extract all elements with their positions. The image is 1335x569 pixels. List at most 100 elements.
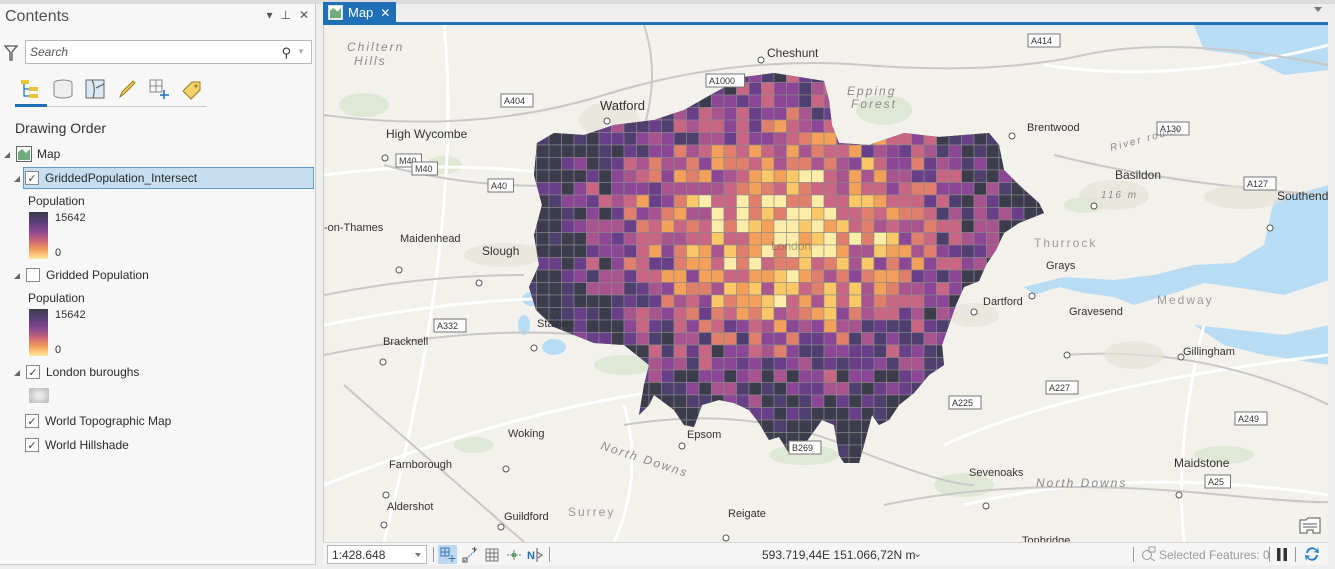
list-by-snapping-tab[interactable] <box>146 76 172 102</box>
population-cell <box>1023 107 1037 121</box>
collapse-arrow-icon[interactable] <box>14 176 20 182</box>
search-input[interactable] <box>30 44 270 60</box>
grid-cells <box>529 73 1062 463</box>
active-tab-indicator <box>15 104 47 107</box>
layer-row-world-hillshade[interactable]: ✓ World Hillshade <box>25 434 129 456</box>
population-cell <box>948 219 962 233</box>
population-cell <box>648 357 662 371</box>
pause-drawing-button[interactable] <box>1276 547 1288 562</box>
label-north-downs-east: North Downs <box>1036 476 1127 490</box>
collapse-arrow-icon[interactable] <box>14 273 20 279</box>
close-tab-icon[interactable]: ✕ <box>380 6 390 20</box>
label-forest: Forest <box>851 97 897 111</box>
population-cell <box>948 457 962 463</box>
population-cell <box>673 319 687 333</box>
population-cell <box>529 219 537 233</box>
filter-icon[interactable] <box>4 44 18 62</box>
layer-row-london-buroughs[interactable]: ✓ London buroughs <box>14 361 139 383</box>
population-cell <box>923 344 937 358</box>
population-cell <box>748 157 762 171</box>
population-cell <box>873 219 887 233</box>
population-cell <box>773 73 787 83</box>
population-cell <box>873 344 887 358</box>
search-icon[interactable]: ⚲ <box>281 45 291 61</box>
layer-row-world-topographic-map[interactable]: ✓ World Topographic Map <box>25 410 171 432</box>
north-arrow-rotation-button[interactable]: N <box>526 545 545 564</box>
population-cell <box>911 294 925 308</box>
population-cell <box>836 319 850 333</box>
map-navigation-button[interactable] <box>438 545 457 564</box>
population-cell <box>861 369 875 383</box>
population-cell <box>536 182 550 196</box>
label-staines: Staines <box>537 318 574 330</box>
population-cell <box>998 82 1012 96</box>
tab-list-dropdown[interactable] <box>1314 7 1322 12</box>
population-cell <box>973 332 987 346</box>
snapping-toggle-button[interactable] <box>460 545 479 564</box>
population-cell <box>798 182 812 196</box>
population-cell <box>873 269 887 283</box>
population-cell <box>936 394 950 408</box>
layer-visibility-checkbox[interactable]: ✓ <box>25 171 39 185</box>
tab-map[interactable]: Map ✕ <box>323 2 396 23</box>
layer-visibility-checkbox[interactable]: ✓ <box>25 414 39 428</box>
population-cell <box>673 232 687 246</box>
list-by-editing-tab[interactable] <box>114 76 140 102</box>
population-cell <box>1011 244 1025 258</box>
population-cell <box>986 132 1000 146</box>
grid-toggle-button[interactable] <box>482 545 501 564</box>
label-dartford: Dartford <box>983 296 1023 308</box>
population-cell <box>1023 332 1037 346</box>
layer-visibility-checkbox[interactable]: ✓ <box>26 365 40 379</box>
population-cell <box>786 182 800 196</box>
population-cell <box>911 194 925 208</box>
population-cell <box>761 194 775 208</box>
population-cell <box>661 269 675 283</box>
population-cell <box>723 444 737 458</box>
population-cell <box>798 107 812 121</box>
population-cell <box>573 444 587 458</box>
pin-button[interactable]: ⊥ <box>280 8 290 22</box>
scale-dropdown[interactable]: 1:428.648 <box>327 545 427 564</box>
population-cell <box>823 294 837 308</box>
list-by-drawing-order-tab[interactable] <box>17 76 43 102</box>
collapse-arrow-icon[interactable] <box>14 370 20 376</box>
list-by-labeling-tab[interactable] <box>178 76 204 102</box>
population-cell <box>586 319 600 333</box>
close-pane-button[interactable]: ✕ <box>299 8 309 22</box>
collapse-arrow-icon[interactable] <box>4 152 10 158</box>
population-cell <box>673 119 687 133</box>
population-cell <box>536 257 550 271</box>
population-cell <box>529 369 537 383</box>
population-cell <box>1011 82 1025 96</box>
map-view[interactable]: A404 A1000 A414 M40 M40 A40 A130 A127 A332 A225 A2… <box>323 25 1328 542</box>
layer-visibility-checkbox[interactable] <box>26 268 40 282</box>
population-cell <box>648 157 662 171</box>
search-options-dropdown[interactable]: ▼ <box>297 47 305 56</box>
coordinate-format-dropdown[interactable]: ⌄ <box>913 547 922 560</box>
population-cell <box>623 244 637 258</box>
population-cell <box>748 144 762 158</box>
pane-menu-button[interactable]: ▾ <box>266 8 272 22</box>
layer-visibility-checkbox[interactable]: ✓ <box>25 438 39 452</box>
population-cell <box>548 194 562 208</box>
refresh-button[interactable] <box>1303 545 1321 563</box>
population-cell <box>661 257 675 271</box>
population-cell <box>548 382 562 396</box>
label-woking: Woking <box>508 428 544 440</box>
population-cell <box>561 144 575 158</box>
population-cell <box>886 194 900 208</box>
zoom-to-selection-icon[interactable] <box>1141 546 1157 562</box>
search-box[interactable]: ⚲ ▼ <box>25 40 312 64</box>
population-cell <box>561 432 575 446</box>
layer-row-gridded-population[interactable]: Gridded Population <box>14 264 149 286</box>
list-by-source-tab[interactable] <box>50 76 76 102</box>
population-cell <box>898 294 912 308</box>
overview-toggle-icon[interactable] <box>1298 515 1322 535</box>
constraints-button[interactable] <box>504 545 523 564</box>
tree-item-map[interactable]: Map <box>4 143 60 165</box>
population-cell <box>1049 83 1062 96</box>
population-cell <box>1011 232 1025 246</box>
layer-row-griddedpopulation-intersect[interactable]: ✓ GriddedPopulation_Intersect <box>14 167 314 189</box>
list-by-selection-tab[interactable] <box>82 76 108 102</box>
